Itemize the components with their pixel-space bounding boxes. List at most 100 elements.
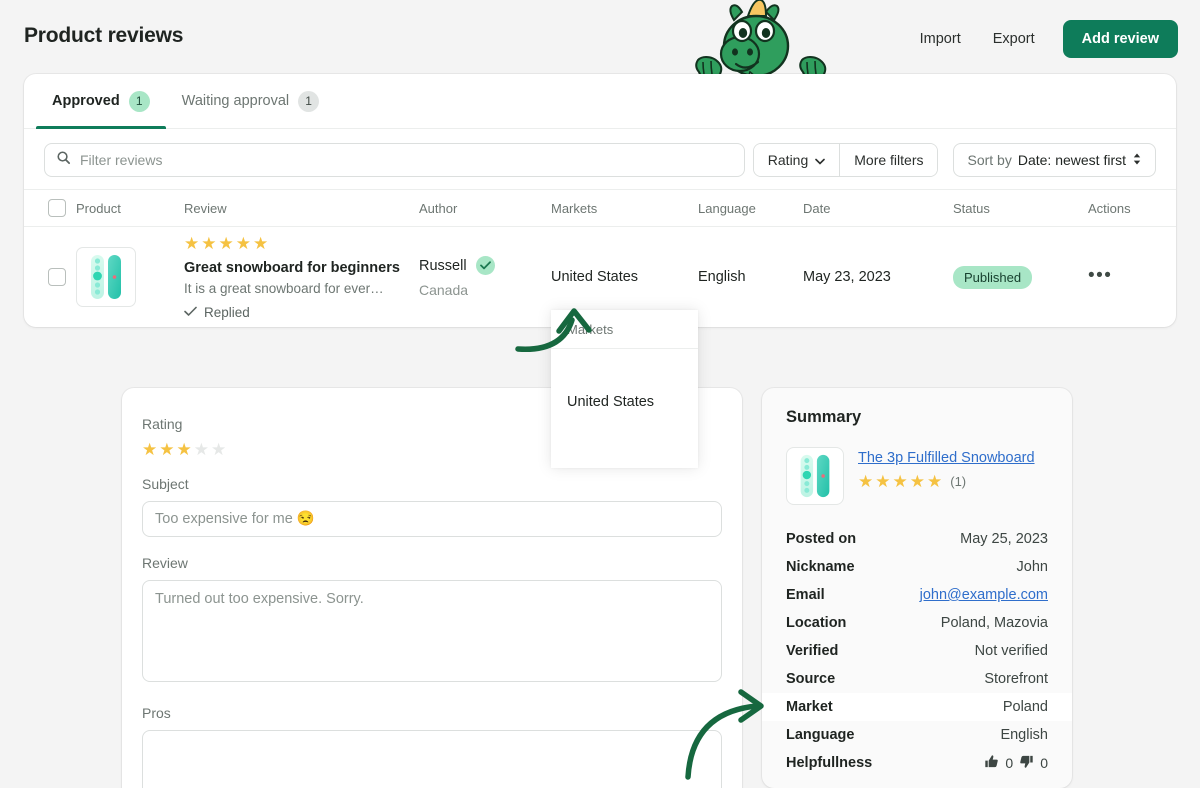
rating-filter-button[interactable]: Rating — [753, 144, 840, 176]
summary-key: Nickname — [786, 559, 855, 575]
summary-key: Market — [786, 699, 833, 715]
column-header-author: Author — [419, 200, 458, 216]
star-icon[interactable]: ★ — [159, 441, 174, 458]
header-actions: Import Export Add review — [904, 20, 1178, 58]
column-header-product: Product — [76, 200, 121, 216]
market-cell: United States — [551, 269, 639, 285]
summary-key: Verified — [786, 643, 839, 659]
tab-approved[interactable]: Approved 1 — [36, 74, 166, 129]
sort-updown-icon — [1132, 152, 1142, 169]
actions-cell: ••• — [1088, 265, 1176, 286]
review-replied-label: Replied — [204, 304, 250, 320]
date-cell: May 23, 2023 — [803, 269, 891, 285]
select-all-checkbox[interactable] — [48, 199, 66, 217]
summary-key: Helpfullness — [786, 755, 873, 771]
summary-row-helpfullness: Helpfullness 0 0 — [762, 749, 1072, 777]
star-icon: ★ — [201, 233, 217, 253]
summary-row-language: Language English — [762, 721, 1072, 749]
more-filters-button[interactable]: More filters — [839, 144, 938, 176]
subject-input[interactable] — [142, 501, 722, 537]
export-button[interactable]: Export — [977, 22, 1051, 56]
summary-value: Not verified — [974, 643, 1048, 659]
summary-row-verified: Verified Not verified — [762, 637, 1072, 665]
summary-value: Storefront — [984, 671, 1048, 687]
star-icon[interactable]: ★ — [194, 441, 209, 458]
summary-panel: Summary The 3p Fulfilled Snowboard ★ ★ ★… — [762, 388, 1072, 788]
import-button[interactable]: Import — [904, 22, 977, 56]
summary-row-nickname: Nickname John — [762, 553, 1072, 581]
column-header-markets: Markets — [551, 200, 598, 216]
thumbs-down-icon[interactable] — [1019, 754, 1034, 772]
tab-waiting-approval-label: Waiting approval — [181, 93, 290, 109]
star-icon[interactable]: ★ — [177, 441, 192, 458]
rating-stars-input[interactable]: ★ ★ ★ ★ ★ — [142, 441, 722, 458]
star-icon[interactable]: ★ — [211, 441, 226, 458]
tab-approved-count: 1 — [128, 90, 150, 112]
star-icon: ★ — [927, 472, 943, 491]
star-icon: ★ — [875, 472, 891, 491]
thumbs-down-count: 0 — [1040, 755, 1048, 771]
add-review-button[interactable]: Add review — [1062, 20, 1178, 58]
rating-filter-label: Rating — [767, 152, 809, 168]
column-header-review: Review — [184, 200, 227, 216]
summary-email-link[interactable]: john@example.com — [920, 587, 1048, 603]
search-input[interactable] — [80, 152, 733, 168]
table-header-row: Product Review Author Markets Language D… — [24, 189, 1176, 227]
summary-key: Posted on — [786, 531, 857, 547]
author-cell: Russell Canada — [419, 256, 551, 298]
table-row[interactable]: ★ ★ ★ ★ ★ Great snowboard for beginners … — [24, 227, 1176, 327]
sort-by-select[interactable]: Sort by Date: newest first — [953, 143, 1156, 177]
column-header-actions: Actions — [1088, 200, 1131, 216]
summary-title: Summary — [786, 408, 862, 426]
more-horizontal-icon[interactable]: ••• — [1088, 265, 1112, 286]
star-icon: ★ — [253, 233, 269, 253]
summary-key: Location — [786, 615, 847, 631]
summary-value: Poland, Mazovia — [940, 615, 1048, 631]
snowboard-thumbnail-icon — [76, 247, 136, 307]
review-field-group: Review — [142, 555, 722, 687]
summary-product-rating: ★ ★ ★ ★ ★ (1) — [858, 473, 1035, 490]
product-cell — [76, 247, 184, 307]
summary-value: May 25, 2023 — [960, 531, 1048, 547]
summary-product: The 3p Fulfilled Snowboard ★ ★ ★ ★ ★ (1) — [762, 427, 1072, 505]
tab-bar: Approved 1 Waiting approval 1 — [24, 74, 1176, 129]
star-icon[interactable]: ★ — [142, 441, 157, 458]
summary-row-posted-on: Posted on May 25, 2023 — [762, 525, 1072, 553]
summary-value: Poland — [1002, 699, 1048, 715]
pros-field-label: Pros — [142, 705, 171, 721]
summary-product-link[interactable]: The 3p Fulfilled Snowboard — [858, 450, 1035, 466]
rating-field-group: Rating ★ ★ ★ ★ ★ — [142, 416, 722, 458]
dragon-mascot-icon — [690, 0, 830, 85]
review-form-panel: Rating ★ ★ ★ ★ ★ Subject Review Pros — [122, 388, 742, 788]
row-select-cell — [24, 268, 76, 286]
thumbs-up-icon[interactable] — [984, 754, 999, 772]
reviews-table: Product Review Author Markets Language D… — [24, 189, 1176, 468]
tab-waiting-approval-count: 1 — [298, 90, 320, 112]
star-icon: ★ — [892, 472, 908, 491]
filter-button-group: Rating More filters — [752, 143, 939, 177]
verified-check-icon — [475, 256, 495, 275]
tab-waiting-approval[interactable]: Waiting approval 1 — [166, 74, 335, 128]
sort-by-value: Date: newest first — [1017, 152, 1126, 168]
review-textarea[interactable] — [142, 580, 722, 682]
summary-key: Email — [786, 587, 825, 603]
language-cell: English — [698, 269, 746, 285]
review-rating-stars: ★ ★ ★ ★ ★ — [184, 235, 419, 252]
author-name: Russell — [419, 257, 467, 274]
summary-review-count: (1) — [950, 474, 967, 489]
subject-field-label: Subject — [142, 476, 189, 492]
subject-field-group: Subject — [142, 476, 722, 537]
search-box[interactable] — [44, 143, 745, 177]
check-icon — [184, 305, 197, 320]
column-header-date: Date — [803, 200, 831, 216]
star-icon: ★ — [184, 233, 200, 253]
select-all-cell — [24, 199, 76, 217]
summary-value: English — [1000, 727, 1048, 743]
summary-key: Language — [786, 727, 855, 743]
pros-textarea[interactable] — [142, 730, 722, 788]
summary-rating-stars: ★ ★ ★ ★ ★ — [858, 473, 942, 490]
page-title: Product reviews — [24, 24, 184, 47]
star-icon: ★ — [218, 233, 234, 253]
row-select-checkbox[interactable] — [48, 268, 66, 286]
app-page: Product reviews Import Export Add review… — [0, 0, 1200, 788]
